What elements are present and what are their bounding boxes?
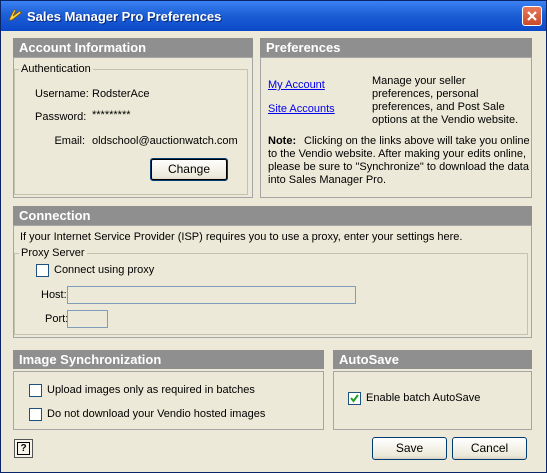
save-button[interactable]: Save	[372, 437, 447, 460]
checkmark-icon	[350, 394, 359, 403]
connection-header: Connection	[13, 206, 532, 225]
close-icon	[527, 11, 537, 21]
password-value: *********	[92, 109, 131, 121]
preferences-window: Sales Manager Pro Preferences Account In…	[0, 0, 547, 473]
preferences-header: Preferences	[260, 38, 532, 57]
connect-proxy-label[interactable]: Connect using proxy	[54, 264, 154, 276]
proxy-server-legend: Proxy Server	[19, 247, 87, 259]
help-button[interactable]: ?	[14, 439, 33, 458]
window-title: Sales Manager Pro Preferences	[27, 9, 222, 24]
title-bar[interactable]: Sales Manager Pro Preferences	[1, 1, 546, 31]
email-value: oldschool@auctionwatch.com	[92, 135, 238, 147]
port-label: Port:	[45, 313, 69, 325]
preferences-description: Manage your seller preferences, personal…	[372, 75, 519, 126]
enable-autosave-checkbox[interactable]	[348, 392, 361, 405]
password-label: Password:	[35, 111, 87, 123]
port-input[interactable]	[67, 310, 108, 328]
username-value: RodsterAce	[92, 88, 150, 100]
cancel-button[interactable]: Cancel	[452, 437, 527, 460]
account-info-header: Account Information	[13, 38, 253, 57]
upload-images-checkbox[interactable]	[29, 384, 42, 397]
image-sync-panel	[13, 371, 324, 430]
my-account-link[interactable]: My Account	[268, 79, 325, 91]
image-sync-header: Image Synchronization	[13, 350, 324, 369]
no-download-checkbox[interactable]	[29, 408, 42, 421]
email-label: Email:	[54, 135, 85, 147]
connect-proxy-checkbox[interactable]	[36, 264, 49, 277]
authentication-legend: Authentication	[19, 63, 93, 75]
note-text: Clicking on the links above will take yo…	[268, 135, 530, 186]
help-icon: ?	[17, 442, 30, 455]
close-button[interactable]	[522, 6, 542, 26]
change-button[interactable]: Change	[150, 158, 228, 181]
app-logo-icon	[8, 9, 22, 21]
username-label: Username:	[35, 88, 89, 100]
host-input[interactable]	[67, 286, 356, 304]
upload-images-label[interactable]: Upload images only as required in batche…	[47, 384, 255, 396]
no-download-label[interactable]: Do not download your Vendio hosted image…	[47, 408, 265, 420]
site-accounts-link[interactable]: Site Accounts	[268, 103, 335, 115]
connection-intro: If your Internet Service Provider (ISP) …	[20, 231, 463, 243]
enable-autosave-label[interactable]: Enable batch AutoSave	[366, 392, 480, 404]
host-label: Host:	[41, 289, 67, 301]
autosave-header: AutoSave	[333, 350, 532, 369]
